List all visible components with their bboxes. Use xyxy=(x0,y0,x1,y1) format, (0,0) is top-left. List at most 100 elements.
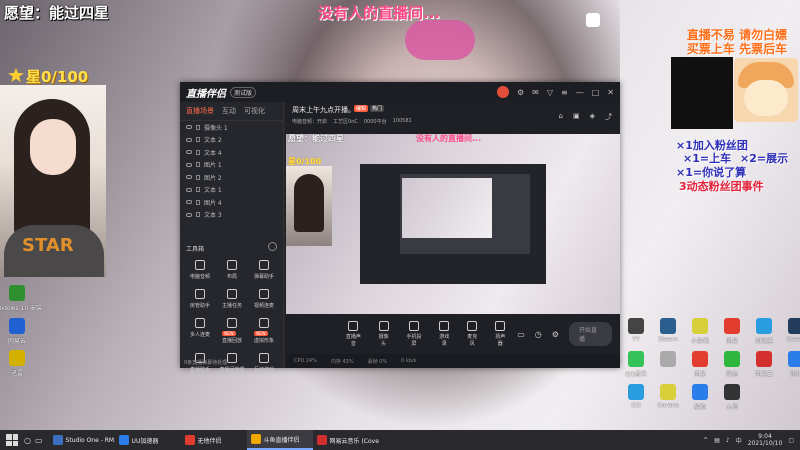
control-button[interactable]: 扬声器 xyxy=(493,321,507,347)
desktop-icon[interactable] xyxy=(652,351,684,369)
filter-icon[interactable]: ▽ xyxy=(547,88,553,97)
share-icon[interactable]: ⤴ xyxy=(605,112,612,122)
desktop-icon[interactable]: 大师 xyxy=(716,384,748,411)
layer-item[interactable]: 文本 3 xyxy=(180,209,283,222)
settings-icon[interactable]: ⚙ xyxy=(517,88,524,97)
close-icon[interactable]: ✕ xyxy=(607,88,614,97)
eye-icon[interactable] xyxy=(186,162,192,167)
maximize-icon[interactable]: □ xyxy=(592,88,600,97)
tool-button[interactable]: 电脑音频 xyxy=(184,260,216,280)
tool-button[interactable]: 房管助手 xyxy=(184,289,216,309)
desktop-icon[interactable]: QQ音乐 xyxy=(620,351,652,378)
gift-icon[interactable]: ◈ xyxy=(590,112,595,122)
volume-icon[interactable]: ♪ xyxy=(726,437,730,444)
layer-item[interactable]: 文本 2 xyxy=(180,134,283,147)
desktop-icon[interactable]: Windows 10 安装 xyxy=(0,285,44,312)
lock-icon[interactable] xyxy=(196,187,200,193)
control-button[interactable]: 手机投屏 xyxy=(405,321,424,347)
eye-icon[interactable] xyxy=(186,150,192,155)
start-live-button[interactable]: 开始直播 xyxy=(568,322,612,346)
control-button[interactable]: 游戏录 xyxy=(437,321,451,347)
edit-title-button[interactable]: 编辑 xyxy=(354,105,369,112)
lock-icon[interactable] xyxy=(196,149,200,155)
desktop-icon[interactable]: 微信 xyxy=(716,351,748,378)
taskbar-app[interactable]: 无他伴侣 xyxy=(181,430,247,450)
desktop-icon[interactable]: 小游戏 xyxy=(684,318,716,345)
search-icon[interactable]: ○ xyxy=(24,436,31,445)
app-titlebar[interactable]: 直播伴侣 测试版 ⚙ ✉ ▽ ≡ — □ ✕ xyxy=(180,82,620,102)
desktop-icon[interactable]: 浏览器 xyxy=(748,318,780,345)
taskbar-app[interactable]: 斗鱼直播伴侣 xyxy=(246,430,313,450)
scene-tab[interactable]: 互动 xyxy=(222,106,236,116)
desktop-icon[interactable]: 酷狗 xyxy=(684,384,716,411)
tool-button[interactable]: 多人连麦 xyxy=(184,318,216,344)
layer-item[interactable]: 图片 4 xyxy=(180,196,283,209)
lock-icon[interactable] xyxy=(196,124,200,130)
control-button[interactable]: 直播声音 xyxy=(344,321,363,347)
bag-icon[interactable]: ⌂ xyxy=(559,112,563,122)
clock[interactable]: 9:04 2021/10/10 xyxy=(748,433,783,447)
eye-icon[interactable] xyxy=(186,125,192,130)
layer-item[interactable]: 文本 4 xyxy=(180,146,283,159)
desktop-icon[interactable]: 腾讯 xyxy=(780,351,800,378)
task-view-icon[interactable]: ▭ xyxy=(35,436,43,445)
tool-button[interactable]: 主播任务 xyxy=(216,289,248,309)
dedication-line: 3动态粉丝团事件 xyxy=(679,180,764,193)
tool-button[interactable]: 布局 xyxy=(216,260,248,280)
desktop-icon[interactable]: QQ xyxy=(620,384,652,409)
note-icon[interactable] xyxy=(586,13,600,27)
layer-item[interactable]: 文本 1 xyxy=(180,184,283,197)
desktop-icon[interactable]: YY xyxy=(620,318,652,343)
notification-icon[interactable]: ▢ xyxy=(788,437,794,444)
taskbar-app-icon xyxy=(184,435,195,445)
eye-icon[interactable] xyxy=(186,175,192,180)
avatar[interactable] xyxy=(497,86,509,98)
lock-icon[interactable] xyxy=(196,212,200,218)
tool-button[interactable]: 视频连麦 xyxy=(248,289,280,309)
tool-button[interactable]: 弹幕助手 xyxy=(248,260,280,280)
taskbar-app[interactable]: Studio One - RM... xyxy=(49,430,115,450)
desktop-icon[interactable]: 迅雷 xyxy=(0,350,44,377)
record-icon[interactable]: ▭ xyxy=(517,330,525,339)
tool-button[interactable]: NEW 直播回放 xyxy=(216,318,248,344)
control-button[interactable]: 摄像头 xyxy=(377,321,391,347)
layer-item[interactable]: 图片 1 xyxy=(180,159,283,172)
box-icon[interactable]: ▣ xyxy=(573,112,580,122)
desktop-icon[interactable]: 网易 xyxy=(684,351,716,378)
desktop-icon[interactable]: Steam xyxy=(652,318,684,343)
tool-button[interactable]: NEW 虚拟形象 xyxy=(248,318,280,344)
scene-tab[interactable]: 直播场景 xyxy=(186,106,214,116)
lock-icon[interactable] xyxy=(196,199,200,205)
eye-icon[interactable] xyxy=(186,137,192,142)
desktop-icon[interactable]: Steam xyxy=(780,318,800,343)
tool-button[interactable]: 互动游戏 xyxy=(248,353,280,373)
network-icon[interactable]: ▤ xyxy=(714,437,720,444)
stream-preview[interactable]: 愿望：能过四星 没有人的直播间... 星0/100 xyxy=(286,134,620,314)
gear-icon[interactable]: ⚙ xyxy=(552,330,559,339)
lock-icon[interactable] xyxy=(196,162,200,168)
clock-icon[interactable]: ◷ xyxy=(535,330,542,339)
clock-date: 2021/10/10 xyxy=(747,440,783,447)
desktop-icon[interactable]: 网易 xyxy=(716,318,748,345)
layer-item[interactable]: 摄像头 1 xyxy=(180,121,283,134)
eye-icon[interactable] xyxy=(186,212,192,217)
taskbar-app[interactable]: 网易云音乐 (Cover... xyxy=(313,430,379,450)
toolbox-add-button[interactable] xyxy=(268,242,277,251)
start-button[interactable] xyxy=(6,434,18,446)
scene-tab[interactable]: 可视化 xyxy=(244,106,265,116)
lock-icon[interactable] xyxy=(196,174,200,180)
desktop-icon[interactable]: Garena xyxy=(652,384,684,409)
taskbar-app[interactable]: UU加速器 xyxy=(115,430,181,450)
tray-chevron-icon[interactable]: ^ xyxy=(703,437,708,444)
ime-icon[interactable]: 中 xyxy=(736,436,742,445)
layer-item[interactable]: 图片 2 xyxy=(180,171,283,184)
eye-icon[interactable] xyxy=(186,187,192,192)
menu-icon[interactable]: ≡ xyxy=(561,88,568,97)
minimize-icon[interactable]: — xyxy=(576,88,584,97)
eye-icon[interactable] xyxy=(186,200,192,205)
lock-icon[interactable] xyxy=(196,137,200,143)
desktop-icon[interactable]: 网易云 xyxy=(0,318,44,345)
desktop-icon[interactable]: 网易云 xyxy=(748,351,780,378)
control-button[interactable]: 麦克风 xyxy=(465,321,479,347)
message-icon[interactable]: ✉ xyxy=(532,88,539,97)
